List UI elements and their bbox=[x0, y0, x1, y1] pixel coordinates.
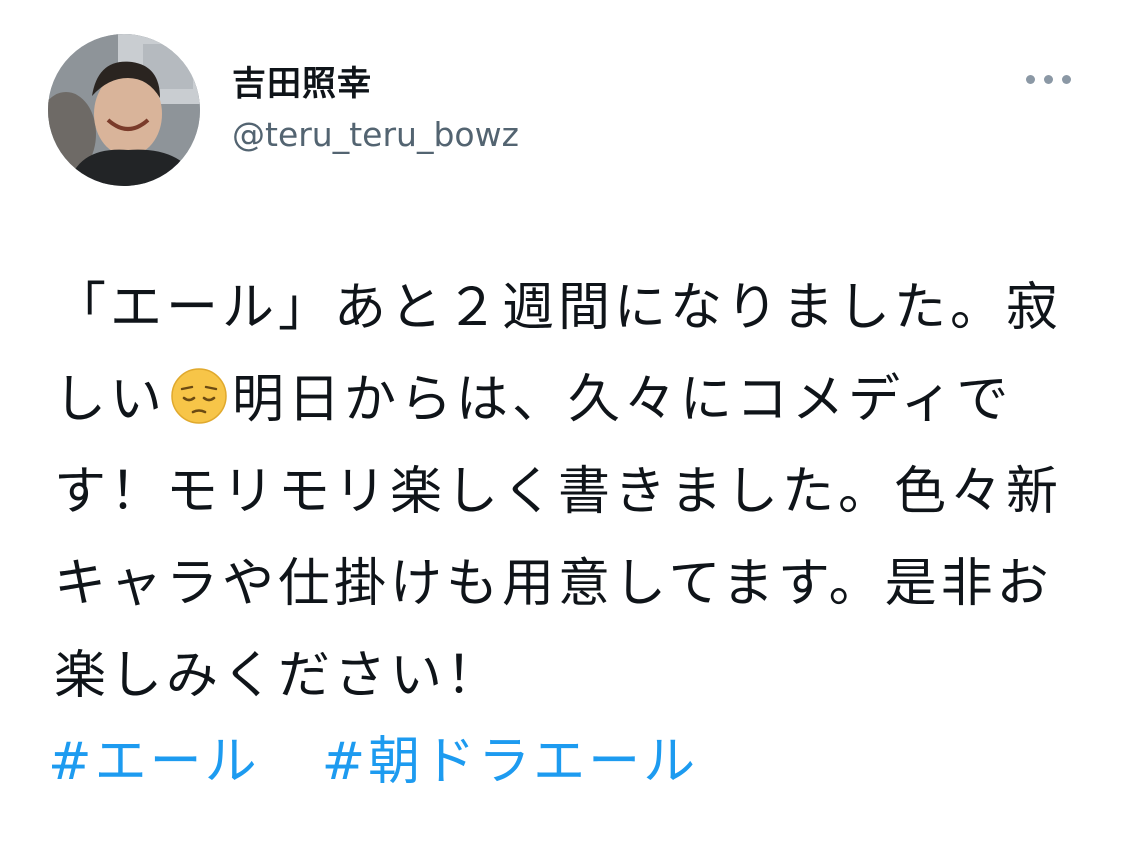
hashtag-list: #エール #朝ドラエール bbox=[48, 722, 698, 802]
author-display-name[interactable]: 吉田照幸 bbox=[232, 62, 519, 106]
pensive-face-emoji-icon bbox=[170, 362, 228, 424]
more-dot bbox=[1026, 75, 1035, 84]
author-avatar[interactable] bbox=[48, 34, 200, 186]
more-dot bbox=[1062, 75, 1071, 84]
hashtag-link[interactable]: #朝ドラエール bbox=[322, 732, 699, 792]
hashtag-link[interactable]: #エール bbox=[48, 732, 260, 792]
author-names: 吉田照幸 @teru_teru_bowz bbox=[232, 62, 519, 158]
more-dot bbox=[1044, 75, 1053, 84]
tweet-header: 吉田照幸 @teru_teru_bowz bbox=[48, 32, 1088, 192]
profile-photo-icon bbox=[48, 34, 200, 186]
more-horizontal-icon[interactable] bbox=[1026, 68, 1072, 92]
tweet-text: 「エール」あと２週間になりました。寂しい 明日からは、久々にコメディです！モリモ… bbox=[54, 262, 1064, 722]
author-handle[interactable]: @teru_teru_bowz bbox=[232, 112, 519, 158]
